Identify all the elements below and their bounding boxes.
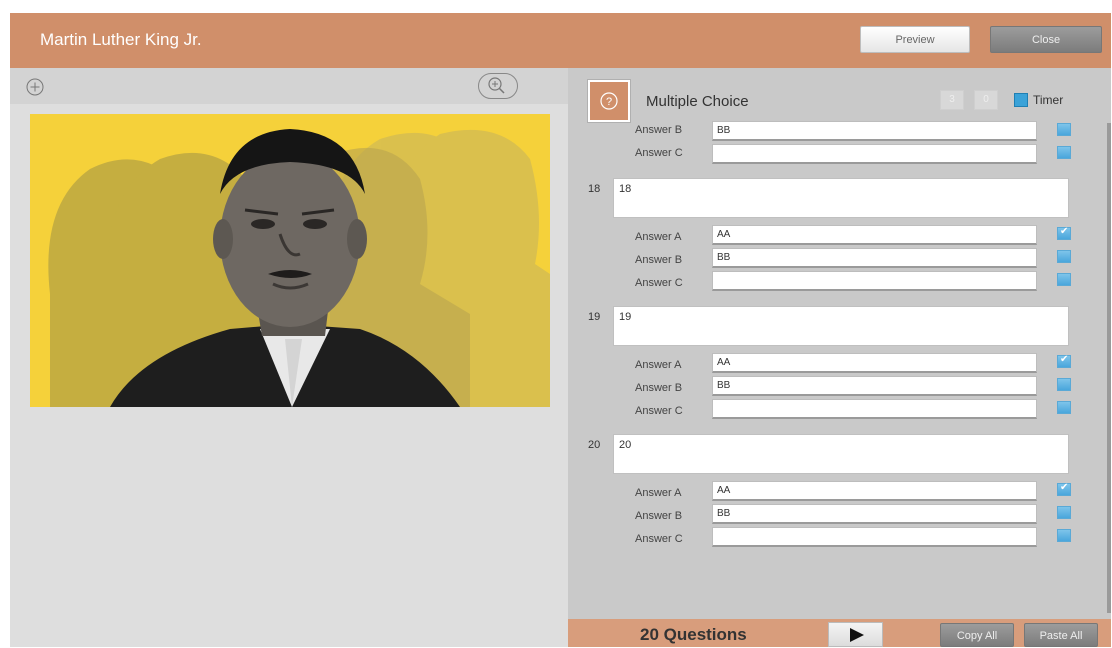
preview-button[interactable]: Preview bbox=[860, 26, 970, 53]
question-mark-icon[interactable]: ? bbox=[588, 80, 630, 122]
media-toolbar bbox=[10, 68, 568, 104]
answer-correct-checkbox[interactable] bbox=[1057, 226, 1071, 240]
answer-correct-checkbox[interactable] bbox=[1057, 401, 1071, 414]
play-icon bbox=[850, 628, 864, 642]
answer-correct-checkbox[interactable] bbox=[1057, 506, 1071, 519]
answer-correct-checkbox[interactable] bbox=[1057, 146, 1071, 159]
answer-correct-checkbox[interactable] bbox=[1057, 123, 1071, 136]
question-text-field[interactable]: 19 bbox=[613, 306, 1069, 346]
copy-all-button[interactable]: Copy All bbox=[940, 623, 1014, 647]
question-type-label: Multiple Choice bbox=[646, 93, 749, 110]
page-title: Martin Luther King Jr. bbox=[40, 30, 202, 49]
media-panel bbox=[10, 68, 568, 647]
answer-correct-checkbox[interactable] bbox=[1057, 273, 1071, 286]
answer-label: Answer C bbox=[635, 405, 683, 417]
header-bar: Martin Luther King Jr. Preview Close bbox=[10, 13, 1111, 68]
answer-input[interactable]: BB bbox=[712, 121, 1037, 141]
close-button[interactable]: Close bbox=[990, 26, 1102, 53]
question-number: 19 bbox=[588, 311, 601, 323]
footer-bar: 20 Questions Copy All Paste All bbox=[568, 619, 1111, 647]
question-count-label: 20 Questions bbox=[640, 625, 747, 644]
answer-label: Answer C bbox=[635, 147, 683, 159]
answer-input[interactable]: AA bbox=[712, 481, 1037, 501]
answer-input[interactable] bbox=[712, 144, 1037, 164]
answer-label: Answer B bbox=[635, 254, 683, 266]
answer-correct-checkbox[interactable] bbox=[1057, 378, 1071, 391]
answer-label: Answer A bbox=[635, 487, 682, 499]
answer-correct-checkbox[interactable] bbox=[1057, 250, 1071, 263]
answer-correct-checkbox[interactable] bbox=[1057, 482, 1071, 496]
answer-input[interactable] bbox=[712, 399, 1037, 419]
answer-input[interactable] bbox=[712, 271, 1037, 291]
answer-input[interactable]: BB bbox=[712, 248, 1037, 268]
paste-all-button[interactable]: Paste All bbox=[1024, 623, 1098, 647]
answer-correct-checkbox[interactable] bbox=[1057, 529, 1071, 542]
zoom-in-icon[interactable] bbox=[478, 73, 518, 99]
timer-label: Timer bbox=[1033, 93, 1064, 107]
timer-minutes-field[interactable]: 3 bbox=[940, 90, 964, 110]
svg-text:?: ? bbox=[606, 96, 612, 108]
portrait-image bbox=[30, 114, 550, 407]
answer-label: Answer A bbox=[635, 359, 682, 371]
questions-scrollbar[interactable] bbox=[1107, 123, 1111, 613]
plus-circle-icon[interactable] bbox=[26, 78, 44, 96]
answer-label: Answer B bbox=[635, 124, 683, 136]
answer-input[interactable]: BB bbox=[712, 504, 1037, 524]
timer-seconds-field[interactable]: 0 bbox=[974, 90, 998, 110]
answer-label: Answer B bbox=[635, 382, 683, 394]
answer-label: Answer C bbox=[635, 277, 683, 289]
answer-input[interactable]: AA bbox=[712, 225, 1037, 245]
question-text-field[interactable]: 20 bbox=[613, 434, 1069, 474]
answer-label: Answer C bbox=[635, 533, 683, 545]
answer-label: Answer A bbox=[635, 231, 682, 243]
question-text-field[interactable]: 18 bbox=[613, 178, 1069, 218]
question-number: 20 bbox=[588, 439, 601, 451]
play-button[interactable] bbox=[828, 622, 883, 647]
timer-checkbox[interactable] bbox=[1014, 93, 1028, 107]
answer-input[interactable]: AA bbox=[712, 353, 1037, 373]
answer-input[interactable]: BB bbox=[712, 376, 1037, 396]
quiz-editor-app: Martin Luther King Jr. Preview Close ? M… bbox=[0, 0, 1112, 647]
answer-correct-checkbox[interactable] bbox=[1057, 354, 1071, 368]
answer-input[interactable] bbox=[712, 527, 1037, 547]
answer-label: Answer B bbox=[635, 510, 683, 522]
questions-panel: ? Multiple Choice 3 0 Timer Answer B BB … bbox=[568, 68, 1111, 619]
question-number: 18 bbox=[588, 183, 601, 195]
